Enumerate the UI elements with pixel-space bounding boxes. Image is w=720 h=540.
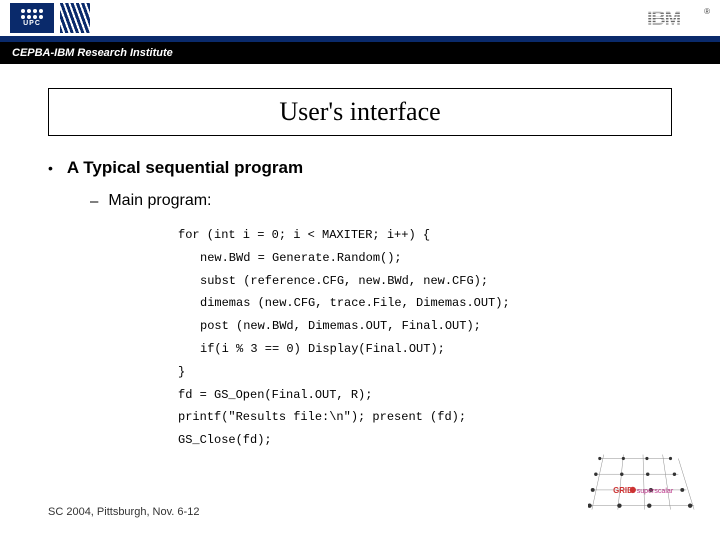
registered-mark: ® [704,7,710,16]
bullet-icon: • [48,161,53,175]
top-bar: UPC IBM ® [0,0,720,36]
slide-content: User's interface • A Typical sequential … [0,64,720,452]
bullet-level1: • A Typical sequential program [48,158,672,178]
ibm-logo-icon: IBM [647,7,702,29]
code-line: dimemas (new.CFG, trace.File, Dimemas.OU… [178,292,672,315]
code-line: fd = GS_Open(Final.OUT, R); [178,384,672,407]
sub1-text: Main program: [108,192,211,210]
institute-label: CEPBA-IBM Research Institute [12,47,173,59]
code-line: if(i % 3 == 0) Display(Final.OUT); [178,338,672,361]
code-line: subst (reference.CFG, new.BWd, new.CFG); [178,270,672,293]
ibm-logo: IBM ® [647,7,710,29]
grid-superscalar-logo-icon: GRID superscalar [588,450,698,522]
code-line: } [178,361,672,384]
svg-text:IBM: IBM [647,8,681,29]
institute-bar: CEPBA-IBM Research Institute [0,42,720,64]
left-logos: UPC [10,3,90,33]
stripes-logo-icon [60,3,90,33]
svg-text:GRID: GRID [613,486,633,495]
dash-icon: – [90,193,98,210]
code-block: for (int i = 0; i < MAXITER; i++) { new.… [178,224,672,452]
code-line: new.BWd = Generate.Random(); [178,247,672,270]
upc-logo-icon: UPC [10,3,54,33]
footer-text: SC 2004, Pittsburgh, Nov. 6-12 [48,506,199,518]
upc-label: UPC [23,20,41,27]
code-line: for (int i = 0; i < MAXITER; i++) { [178,224,672,247]
slide-title: User's interface [48,88,672,136]
bullet1-text: A Typical sequential program [67,158,303,178]
code-line: printf("Results file:\n"); present (fd); [178,406,672,429]
code-line: post (new.BWd, Dimemas.OUT, Final.OUT); [178,315,672,338]
bullet-level2: – Main program: [90,192,672,210]
svg-text:superscalar: superscalar [637,488,674,495]
code-line: GS_Close(fd); [178,429,672,452]
